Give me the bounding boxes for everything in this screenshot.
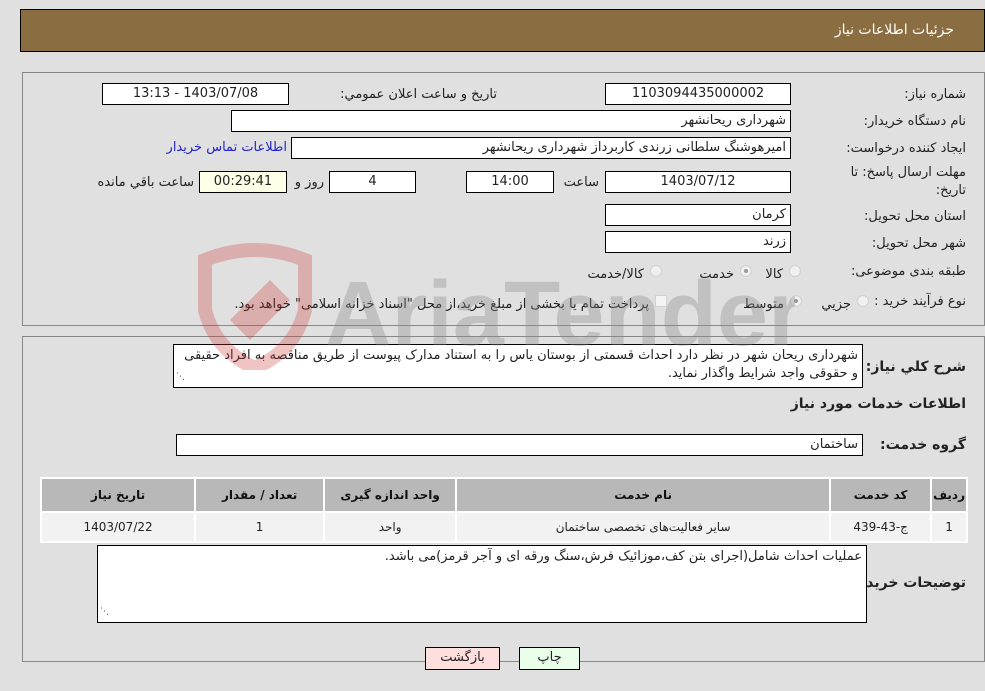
service-group-label: گروه خدمت: [880,437,966,453]
cell-quantity: 1 [194,511,326,543]
cell-service-code: ج-43-439 [829,511,933,543]
deadline-time-field: 14:00 [466,171,554,193]
page-title: جزئیات اطلاعات نیاز [834,22,954,38]
treasury-note: پرداخت تمام یا بخشی از مبلغ خرید،از محل … [234,297,649,312]
need-number-field: 1103094435000002 [605,83,791,105]
print-button[interactable]: چاپ [519,647,580,670]
resize-grip-icon[interactable]: ⋰ [100,603,109,621]
city-label: شهر محل تحویل: [871,236,966,251]
services-heading: اطلاعات خدمات مورد نیاز [790,396,966,412]
table-header-row: ردیف کد خدمت نام خدمت واحد اندازه گیری ت… [39,477,968,513]
buyer-notes-text: عملیات احداث شامل(اجرای بتن کف،موزائیک ف… [384,549,862,564]
process-option-minor: جزيي [821,297,851,312]
category-option-goods-service: کالا/خدمت [587,267,644,282]
resize-grip-icon[interactable]: ⋰ [176,368,185,386]
deadline-label: مهلت ارسال پاسخ: تا [850,165,966,180]
category-label: طبقه بندی موضوعی: [850,264,966,279]
creator-label: ایجاد کننده درخواست: [846,141,966,156]
announce-field: 1403/07/08 - 13:13 [102,83,289,105]
deadline-date-field: 1403/07/12 [605,171,791,193]
creator-field: امیرهوشنگ سلطانی زرندی کاربرداز شهرداری … [291,137,791,159]
back-button[interactable]: بازگشت [425,647,500,670]
col-unit: واحد اندازه گیری [323,477,458,513]
buyer-contact-link[interactable]: اطلاعات تماس خریدار [167,140,287,155]
table-row: 1 ج-43-439 سایر فعالیت‌های تخصصی ساختمان… [39,511,968,543]
need-info-panel: شماره نیاز: 1103094435000002 تاریخ و ساع… [22,72,985,326]
cell-need-date: 1403/07/22 [39,511,197,543]
col-row-index: ردیف [930,477,968,513]
category-radio-goods-service[interactable] [650,265,662,277]
page-header: جزئیات اطلاعات نیاز [20,9,985,52]
category-option-service: خدمت [699,267,734,282]
service-group-field: ساختمان [176,434,863,456]
buyer-org-label: نام دستگاه خریدار: [863,114,966,129]
category-option-goods: کالا [765,267,783,282]
cell-unit: واحد [323,511,458,543]
time-label: ساعت [563,175,599,190]
need-details-panel: شرح كلي نياز: شهرداری ریحان شهر در نظر د… [22,336,985,662]
treasury-checkbox[interactable] [655,295,667,307]
process-radio-minor[interactable] [857,295,869,307]
col-service-name: نام خدمت [455,477,832,513]
days-label: روز و [294,175,324,190]
process-option-medium: متوسط [743,297,784,312]
summary-label: شرح كلي نياز: [865,359,966,375]
buyer-org-field: شهرداری ریحانشهر [231,110,791,132]
summary-textarea[interactable]: شهرداری ریحان شهر در نظر دارد احداث قسمت… [173,344,863,388]
remaining-time-field: 00:29:41 [199,171,287,193]
col-quantity: تعداد / مقدار [194,477,326,513]
cell-service-name: سایر فعالیت‌های تخصصی ساختمان [455,511,832,543]
col-service-code: کد خدمت [829,477,933,513]
province-field: کرمان [605,204,791,226]
cell-row-index: 1 [930,511,968,543]
buyer-notes-textarea[interactable]: عملیات احداث شامل(اجرای بتن کف،موزائیک ف… [97,545,867,623]
deadline-label-2: تاریخ: [935,183,966,198]
process-radio-medium[interactable] [790,295,802,307]
services-table: ردیف کد خدمت نام خدمت واحد اندازه گیری ت… [39,477,968,543]
col-need-date: تاریخ نیاز [39,477,197,513]
summary-text: شهرداری ریحان شهر در نظر دارد احداث قسمت… [184,348,858,381]
days-field: 4 [329,171,416,193]
province-label: استان محل تحویل: [864,209,966,224]
process-label: نوع فرآیند خرید : [874,294,966,309]
remaining-label: ساعت باقي مانده [97,175,194,190]
category-radio-service[interactable] [740,265,752,277]
category-radio-goods[interactable] [789,265,801,277]
announce-label: تاریخ و ساعت اعلان عمومي: [340,87,497,102]
need-number-label: شماره نیاز: [904,87,966,102]
city-field: زرند [605,231,791,253]
